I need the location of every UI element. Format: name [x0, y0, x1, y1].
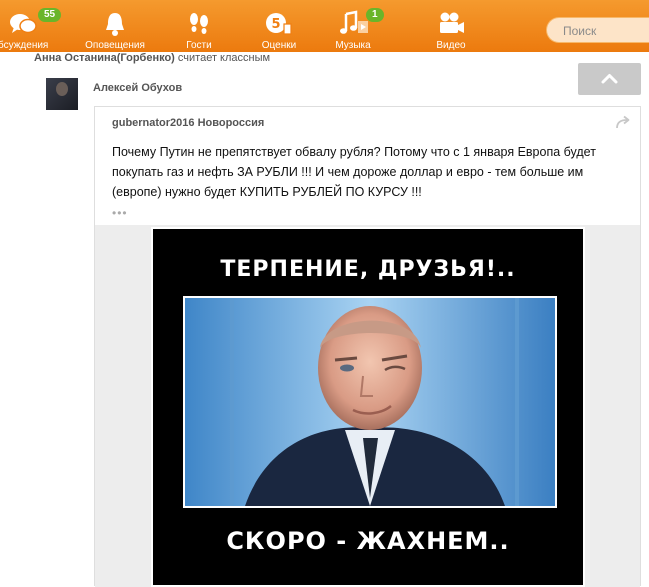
ratings-icon: 5: [266, 13, 292, 35]
nav-ratings-label: Оценки: [261, 40, 297, 51]
discussions-badge: 55: [38, 8, 62, 22]
post-image[interactable]: ТЕРПЕНИЕ, ДРУЗЬЯ!.. СКОРО - ЖАХНЕМ..: [151, 227, 585, 587]
activity-user-link[interactable]: Анна Останина(Горбенко): [34, 52, 175, 64]
footprints-icon: [190, 13, 208, 34]
nav-notifications[interactable]: Оповещения: [80, 6, 150, 52]
post-text: Почему Путин не препятствует обвалу рубл…: [112, 145, 596, 199]
nav-video[interactable]: Видео: [416, 6, 486, 52]
group-name[interactable]: gubernator2016 Новороссия: [112, 117, 264, 129]
nav-notifications-label: Оповещения: [85, 40, 145, 51]
scroll-top-button[interactable]: [578, 63, 641, 95]
more-options[interactable]: •••: [112, 206, 128, 220]
nav-music[interactable]: 1 Музыка: [318, 6, 388, 52]
chevron-up-icon: [601, 74, 618, 84]
nav-ratings[interactable]: 5 Оценки: [244, 6, 314, 52]
portrait-illustration: [185, 298, 555, 506]
music-icon: [340, 10, 368, 34]
poster-bottom-text: СКОРО - ЖАХНЕМ..: [226, 527, 510, 555]
poster-top-text: ТЕРПЕНИЕ, ДРУЗЬЯ!..: [220, 257, 516, 282]
reshare-icon[interactable]: [614, 115, 632, 131]
nav-guests[interactable]: Гости: [164, 6, 234, 52]
svg-text:5: 5: [271, 17, 280, 32]
nav-discussions[interactable]: 55 бсуждения: [0, 6, 62, 52]
music-badge: 1: [366, 8, 384, 22]
author-avatar[interactable]: [46, 78, 78, 110]
nav-discussions-label: бсуждения: [0, 40, 49, 51]
post-card: gubernator2016 Новороссия Почему Путин н…: [94, 106, 641, 587]
activity-line: Анна Останина(Горбенко) считает классным: [34, 52, 270, 64]
search-box: [546, 17, 649, 43]
bell-icon: [106, 13, 124, 36]
search-input[interactable]: [561, 23, 649, 39]
author-name[interactable]: Алексей Обухов: [93, 82, 182, 94]
poster-photo: [183, 296, 557, 508]
nav-music-label: Музыка: [335, 40, 371, 51]
top-nav-bar: 55 бсуждения Оповещения Гости 5 Оценки 1…: [0, 0, 649, 52]
nav-guests-label: Гости: [186, 40, 212, 51]
activity-action: считает классным: [177, 52, 271, 64]
nav-video-label: Видео: [436, 40, 466, 51]
video-camera-icon: [440, 12, 464, 33]
discussions-icon: [10, 14, 37, 34]
